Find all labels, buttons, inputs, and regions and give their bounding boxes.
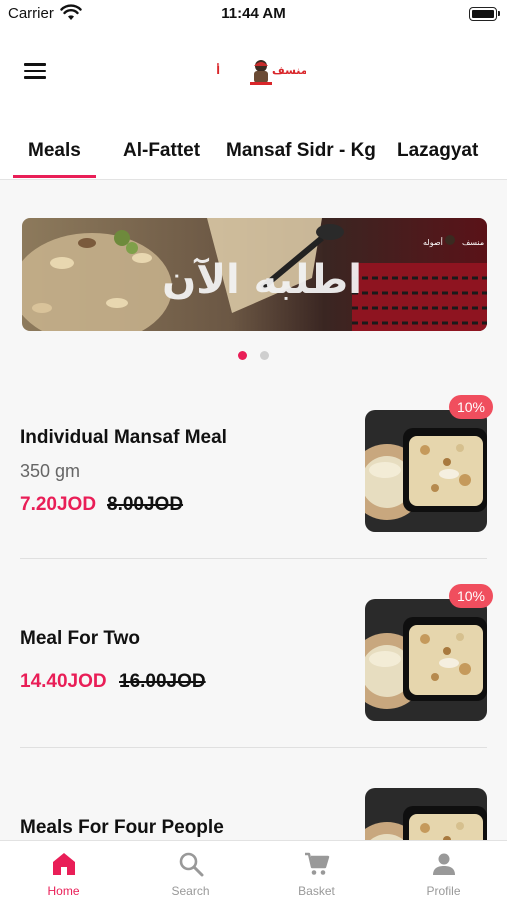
meal-image[interactable]	[365, 599, 487, 721]
discount-badge: 10%	[449, 395, 493, 419]
svg-text:أصوله: أصوله	[423, 237, 443, 247]
nav-label-profile: Profile	[426, 884, 461, 898]
banner-headline: اطلبه الآن	[162, 257, 362, 303]
divider	[20, 558, 487, 559]
app-header: أصوله منسف	[0, 30, 507, 120]
nav-search[interactable]: Search	[127, 841, 254, 900]
active-tab-indicator	[13, 175, 96, 178]
meal-name: Individual Mansaf Meal	[20, 427, 227, 448]
nav-label-home: Home	[47, 884, 80, 898]
nav-label-search: Search	[171, 884, 210, 898]
banner-pagination	[238, 351, 278, 361]
meal-card[interactable]: Meal For Two 14.40JOD 16.00JOD 10%	[0, 584, 507, 749]
meal-old-price: 8.00JOD	[107, 494, 184, 515]
brand-logo[interactable]: أصوله منسف	[216, 54, 306, 88]
meal-name: Meal For Two	[20, 628, 140, 649]
cart-icon	[305, 852, 330, 875]
home-icon	[53, 853, 75, 875]
category-tabs: Meals Al-Fattet Mansaf Sidr - Kg Lazagya…	[0, 120, 507, 180]
nav-profile[interactable]: Profile	[380, 841, 507, 900]
meal-price: 14.40JOD	[20, 671, 107, 692]
meal-card[interactable]: Individual Mansaf Meal 350 gm 7.20JOD 8.…	[0, 395, 507, 560]
meal-name: Meals For Four People	[20, 817, 224, 838]
svg-text:منسف: منسف	[462, 238, 484, 247]
nav-label-basket: Basket	[298, 884, 335, 898]
meal-image[interactable]	[365, 410, 487, 532]
svg-text:منسف: منسف	[272, 64, 306, 77]
meal-image[interactable]	[365, 788, 487, 840]
menu-icon[interactable]	[24, 63, 46, 79]
divider	[20, 747, 487, 748]
pagination-dot-active[interactable]	[238, 351, 247, 360]
profile-icon	[433, 853, 455, 875]
promo-banner[interactable]: منسف أصوله اطلبه الآن	[22, 218, 487, 331]
tab-lazagyat[interactable]: Lazagyat	[397, 140, 478, 162]
search-icon	[179, 852, 204, 877]
meal-price: 7.20JOD	[20, 494, 97, 515]
status-bar: Carrier 11:44 AM	[0, 0, 507, 30]
nav-basket[interactable]: Basket	[253, 841, 380, 900]
svg-text:أصوله: أصوله	[216, 63, 220, 77]
meal-old-price: 16.00JOD	[119, 671, 206, 692]
tab-meals[interactable]: Meals	[28, 140, 81, 162]
tab-al-fattet[interactable]: Al-Fattet	[123, 140, 200, 162]
battery-icon	[469, 7, 500, 21]
bottom-nav: Home Search Basket Profile	[0, 840, 507, 900]
banner-image: منسف أصوله اطلبه الآن	[22, 218, 487, 331]
tab-mansaf-sidr-kg[interactable]: Mansaf Sidr - Kg	[226, 140, 376, 162]
meal-weight: 350 gm	[20, 461, 81, 481]
pagination-dot[interactable]	[260, 351, 269, 360]
discount-badge: 10%	[449, 584, 493, 608]
meal-card[interactable]: Meals For Four People	[0, 773, 507, 840]
nav-home[interactable]: Home	[0, 841, 127, 900]
status-time: 11:44 AM	[221, 5, 286, 22]
